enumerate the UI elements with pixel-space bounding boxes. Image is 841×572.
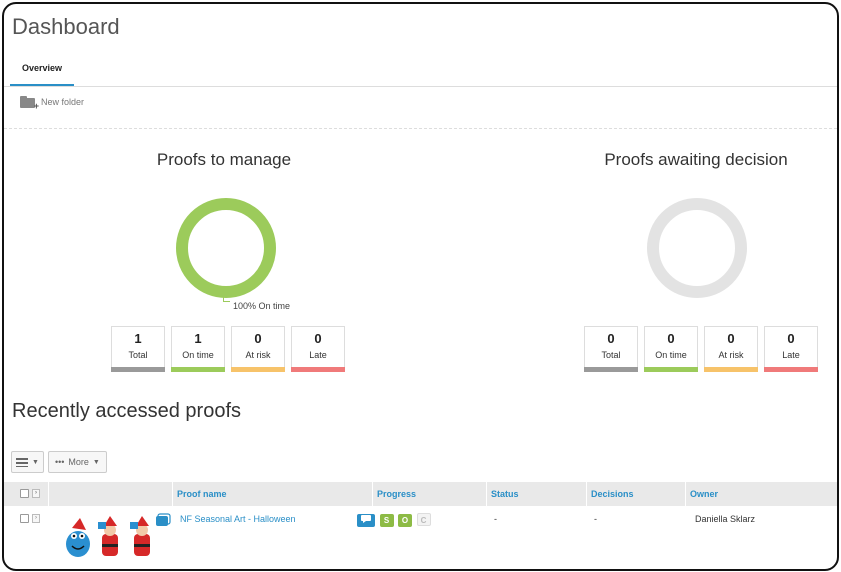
column-thumbnail [48,482,172,506]
comment-icon[interactable] [357,514,375,527]
new-folder-button[interactable]: + New folder [20,96,85,111]
status-cell: - [494,514,497,524]
decision-stat-at-risk[interactable]: 0 At risk [704,326,758,372]
santa-figure-2 [130,516,150,556]
page-title: Dashboard [12,14,120,39]
stat-color-bar [704,367,758,372]
stat-value: 1 [134,331,142,346]
stat-value: 0 [607,331,615,346]
column-owner[interactable]: Owner [685,482,837,506]
view-toggle-button[interactable]: ▼ [11,451,44,473]
manage-stat-at-risk[interactable]: 0 At risk [231,326,285,372]
stat-label: On time [655,350,687,360]
stat-color-bar [764,367,818,372]
stat-label: Late [309,350,327,360]
stat-value: 0 [727,331,735,346]
chevron-down-icon: ▼ [32,458,39,466]
column-decisions[interactable]: Decisions [586,482,685,506]
stat-color-bar [291,367,345,372]
list-icon [16,457,28,467]
chevron-down-icon: ▼ [92,458,100,466]
new-folder-label: New folder [41,97,85,107]
select-menu-arrow-icon[interactable]: › [32,489,40,498]
tab-bar: Overview [4,54,837,87]
decision-stat-on-time[interactable]: 0 On time [644,326,698,372]
stat-label: At risk [718,350,744,360]
stage-badge-c[interactable]: C [416,513,431,526]
stage-badge-o[interactable]: O [398,514,413,527]
stat-label: Total [601,350,621,360]
stat-color-bar [644,367,698,372]
progress-badges: S O C [357,513,433,527]
owner-cell: Daniella Sklarz [695,514,756,524]
proofs-to-manage-title: Proofs to manage [156,150,292,169]
manage-stat-late[interactable]: 0 Late [291,326,345,372]
stat-value: 1 [194,331,202,346]
row-checkbox[interactable] [20,514,29,523]
proofs-awaiting-decision-title: Proofs awaiting decision [604,150,788,169]
proof-thumbnail[interactable] [62,512,172,564]
more-label: More [68,457,89,467]
select-all-checkbox[interactable] [20,489,29,498]
table-header: › Proof name Progress Status Decisions O… [4,482,837,506]
decision-stat-late[interactable]: 0 Late [764,326,818,372]
on-time-percentage-label: 100% On time [233,301,291,311]
stat-color-bar [584,367,638,372]
list-toolbar: ▼ ••• More ▼ [11,451,107,473]
proofs-to-manage-donut [176,198,276,298]
app-window: Dashboard Overview + New folder Proofs t… [2,2,839,571]
stat-color-bar [111,367,165,372]
stat-color-bar [171,367,225,372]
blue-monster-figure [66,518,90,557]
column-proof-name[interactable]: Proof name [172,482,372,506]
stat-label: Late [782,350,800,360]
ellipsis-icon: ••• [54,457,65,467]
column-status[interactable]: Status [486,482,586,506]
stat-value: 0 [667,331,675,346]
row-menu-arrow-icon[interactable]: › [32,514,40,523]
donut-leader-line [223,295,230,302]
table-row[interactable]: › NF Seasonal Art - Halloween S O C - - … [4,506,837,566]
folder-plus-icon: + [20,96,39,111]
stat-value: 0 [314,331,322,346]
manage-stat-total[interactable]: 1 Total [111,326,165,372]
stat-label: On time [182,350,214,360]
more-button[interactable]: ••• More ▼ [47,451,107,473]
santa-figure-1 [98,516,118,556]
stat-value: 0 [254,331,262,346]
divider [4,128,837,129]
proofs-awaiting-decision-donut [647,198,747,298]
recent-proofs-title: Recently accessed proofs [12,400,242,422]
stat-label: At risk [245,350,271,360]
decision-stat-total[interactable]: 0 Total [584,326,638,372]
stat-color-bar [231,367,285,372]
stat-label: Total [128,350,148,360]
stage-badge-s[interactable]: S [379,514,394,527]
column-progress[interactable]: Progress [372,482,486,506]
manage-stat-on-time[interactable]: 1 On time [171,326,225,372]
comment-bubble-icon [156,513,171,526]
proof-name-link[interactable]: NF Seasonal Art - Halloween [180,514,296,524]
tab-overview[interactable]: Overview [10,54,74,86]
stat-value: 0 [787,331,795,346]
decisions-cell: - [594,514,597,524]
